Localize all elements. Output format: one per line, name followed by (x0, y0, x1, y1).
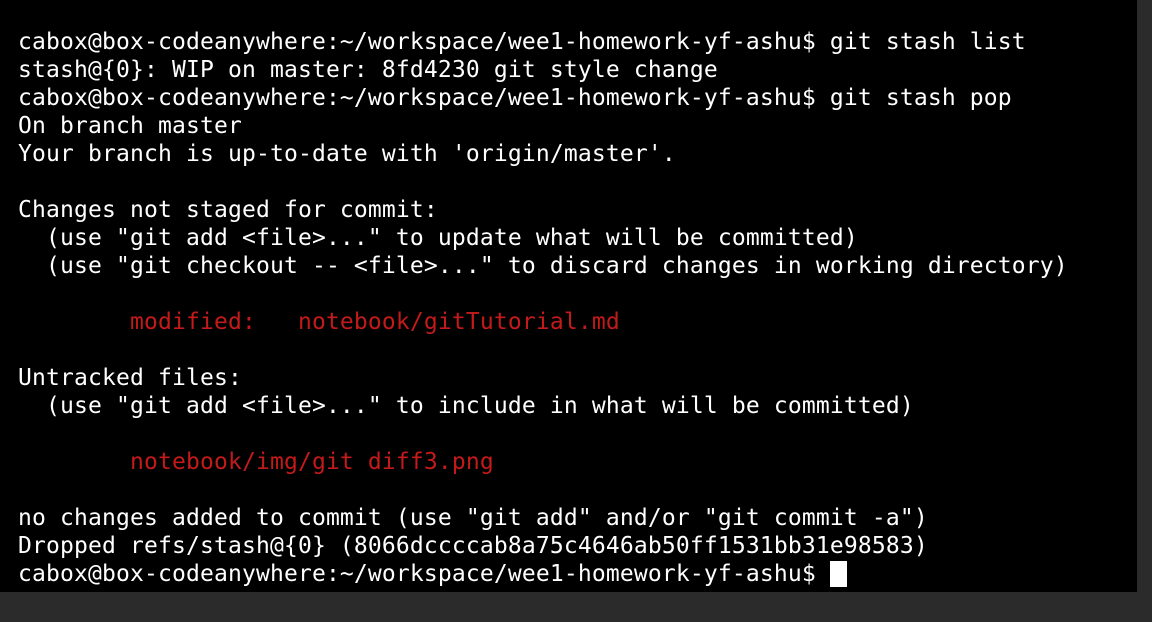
untracked-file-line: notebook/img/git diff3.png (18, 449, 494, 475)
terminal-line: cabox@box-codeanywhere:~/workspace/wee1-… (18, 85, 1012, 111)
terminal-line: (use "git add <file>..." to update what … (18, 225, 858, 251)
terminal-line: On branch master (18, 113, 242, 139)
terminal-line: (use "git add <file>..." to include in w… (18, 393, 914, 419)
terminal-line: Untracked files: (18, 365, 242, 391)
prompt-line[interactable]: cabox@box-codeanywhere:~/workspace/wee1-… (18, 560, 1137, 588)
terminal-window[interactable]: cabox@box-codeanywhere:~/workspace/wee1-… (0, 0, 1137, 592)
app-frame: cabox@box-codeanywhere:~/workspace/wee1-… (0, 0, 1152, 622)
terminal-line: no changes added to commit (use "git add… (18, 505, 928, 531)
terminal-line: Your branch is up-to-date with 'origin/m… (18, 141, 676, 167)
terminal-line: cabox@box-codeanywhere:~/workspace/wee1-… (18, 29, 1026, 55)
shell-prompt: cabox@box-codeanywhere:~/workspace/wee1-… (18, 561, 830, 587)
window-edge (1137, 0, 1152, 592)
terminal-line: Changes not staged for commit: (18, 197, 438, 223)
terminal-line: stash@{0}: WIP on master: 8fd4230 git st… (18, 57, 718, 83)
modified-file-line: modified: notebook/gitTutorial.md (18, 309, 620, 335)
terminal-line: (use "git checkout -- <file>..." to disc… (18, 253, 1068, 279)
text-cursor (829, 561, 847, 587)
terminal-line: Dropped refs/stash@{0} (8066dccccab8a75c… (18, 533, 928, 559)
